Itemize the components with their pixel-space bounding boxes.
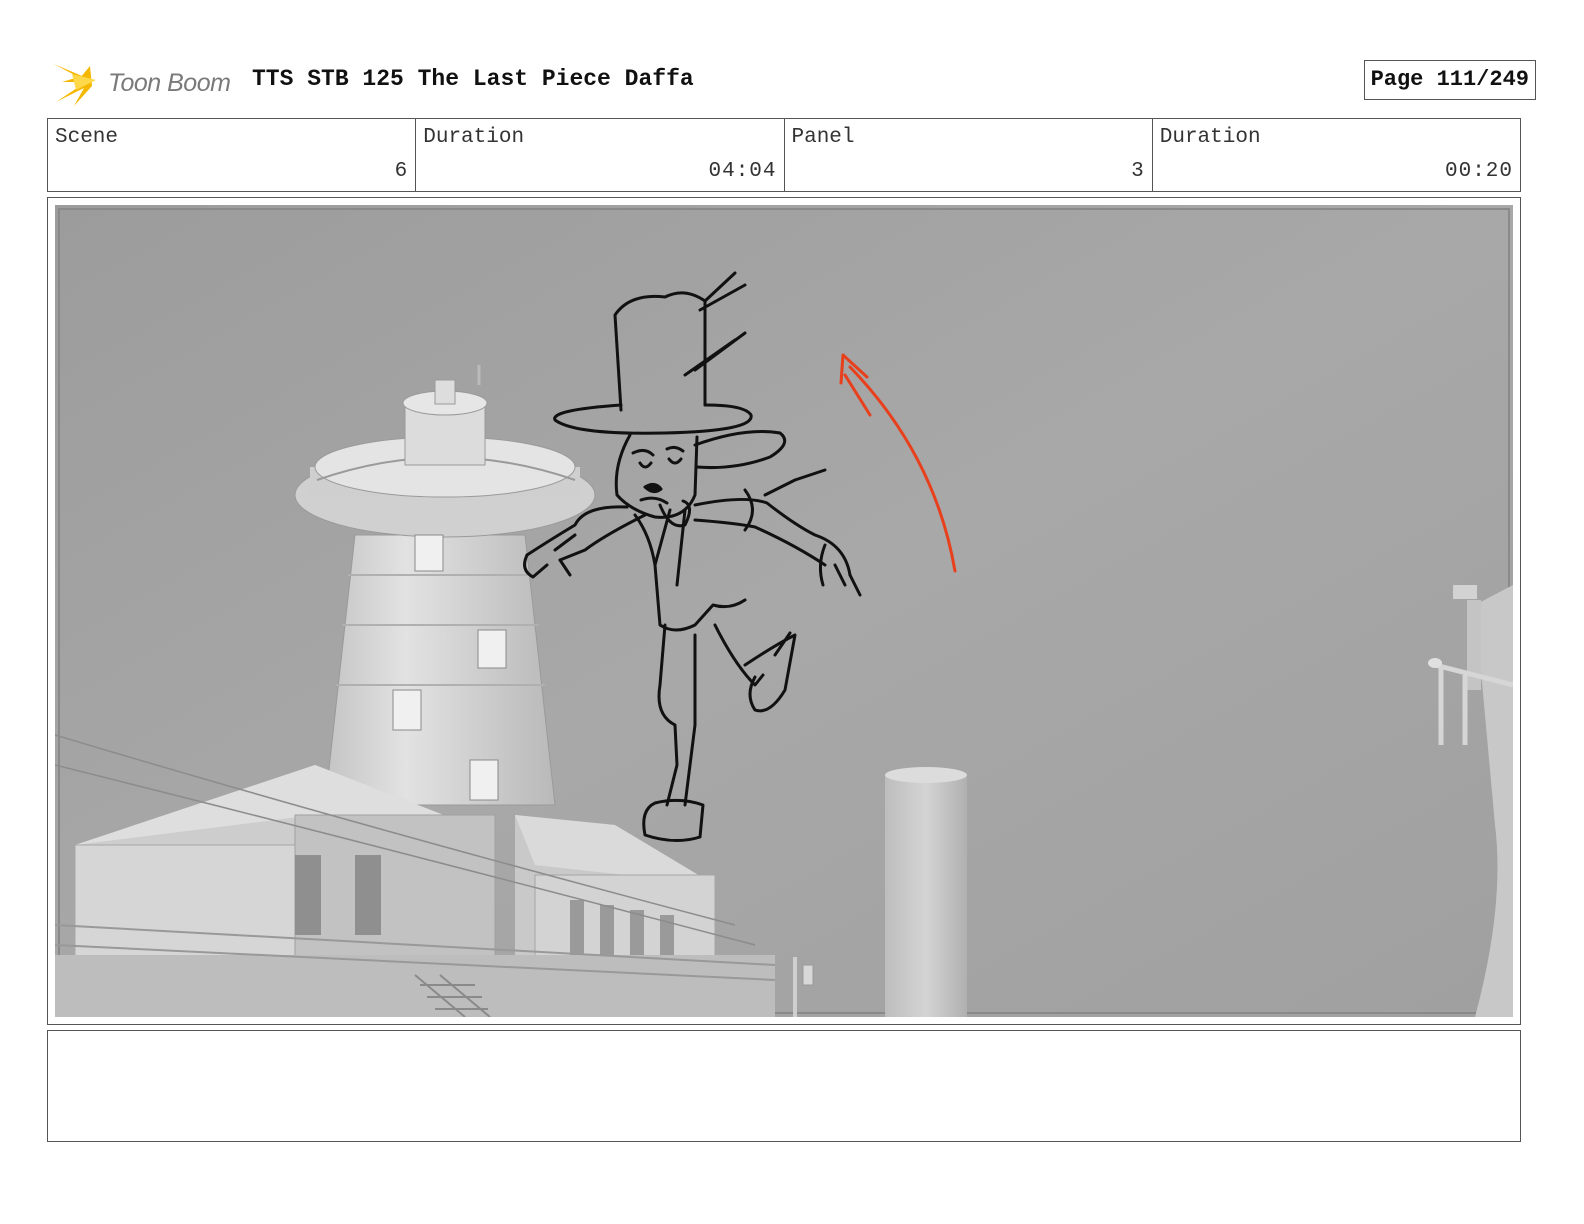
scene-label: Scene (55, 126, 119, 149)
panel-duration-value: 00:20 (1444, 160, 1513, 183)
panel-drawing (55, 205, 1513, 1017)
panel-info-row: Scene 6 Duration 04:04 Panel 3 Duration … (47, 118, 1521, 192)
panel-duration-label: Duration (1159, 126, 1261, 149)
panel-value: 3 (1131, 160, 1145, 183)
starburst-icon (54, 64, 96, 106)
panel-notes (47, 1030, 1521, 1142)
scene-value: 6 (394, 160, 409, 183)
scene-cell: Scene 6 (48, 119, 417, 191)
page-number: Page 111/249 (1363, 60, 1536, 100)
logo-text: Toon Boom (108, 69, 231, 97)
storyboard-image (55, 205, 1513, 1017)
scene-duration-label: Duration (423, 126, 525, 149)
panel-label: Panel (791, 126, 855, 149)
chimney (885, 767, 967, 1017)
storyboard-frame (47, 197, 1521, 1025)
scene-duration-cell: Duration 04:04 (416, 119, 785, 191)
panel-duration-cell: Duration 00:20 (1153, 119, 1520, 191)
panel-cell: Panel 3 (785, 119, 1153, 191)
document-title: TTS STB 125 The Last Piece Daffa (252, 66, 694, 92)
page-header: Toon Boom TTS STB 125 The Last Piece Daf… (48, 52, 1536, 110)
scene-duration-value: 04:04 (708, 160, 777, 183)
toon-boom-logo: Toon Boom (52, 56, 242, 108)
